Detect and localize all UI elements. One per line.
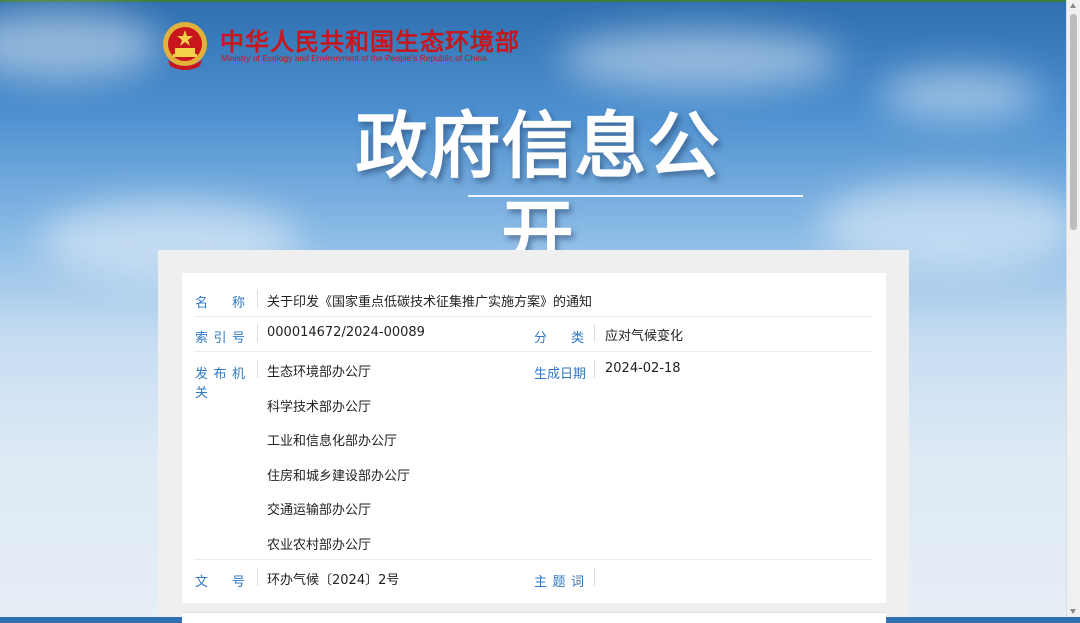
issuer-value: 科学技术部办公厅 bbox=[267, 400, 372, 415]
date-label: 生成日期 bbox=[534, 367, 587, 382]
vertical-scrollbar[interactable] bbox=[1066, 0, 1080, 617]
issuer-value: 农业农村部办公厅 bbox=[267, 538, 372, 553]
issuer-value: 交通运输部办公厅 bbox=[267, 503, 372, 518]
issuer-value: 生态环境部办公厅 bbox=[267, 365, 372, 380]
divider bbox=[257, 568, 258, 586]
date-value: 2024-02-18 bbox=[605, 361, 681, 376]
category-label: 分 类 bbox=[534, 331, 584, 346]
national-emblem-icon[interactable] bbox=[160, 20, 210, 72]
cloud-decoration bbox=[560, 30, 840, 90]
name-label: 名 称 bbox=[195, 296, 245, 311]
name-row: 名 称 关于印发《国家重点低碳技术征集推广实施方案》的通知 bbox=[194, 285, 872, 317]
category-value: 应对气候变化 bbox=[605, 329, 684, 344]
issuer-value: 工业和信息化部办公厅 bbox=[267, 434, 398, 449]
docno-value: 环办气候〔2024〕2号 bbox=[267, 573, 400, 588]
divider bbox=[594, 360, 595, 378]
top-accent-line bbox=[0, 0, 1080, 2]
site-title[interactable]: 中华人民共和国生态环境部 bbox=[220, 22, 520, 57]
index-value: 000014672/2024-00089 bbox=[267, 325, 425, 340]
banner-underline bbox=[468, 195, 803, 197]
divider bbox=[257, 324, 258, 342]
scroll-up-icon[interactable] bbox=[1070, 3, 1076, 8]
docno-label: 文 号 bbox=[195, 575, 245, 590]
divider bbox=[594, 324, 595, 342]
cloud-decoration bbox=[0, 10, 160, 80]
name-value: 关于印发《国家重点低碳技术征集推广实施方案》的通知 bbox=[267, 295, 593, 310]
docno-row: 文 号 环办气候〔2024〕2号 主题词 bbox=[194, 560, 872, 594]
cloud-decoration bbox=[880, 70, 1040, 120]
divider bbox=[594, 568, 595, 586]
issuer-row: 发布机关 生态环境部办公厅 科学技术部办公厅 工业和信息化部办公厅 住房和城乡建… bbox=[194, 352, 872, 560]
issuer-value: 住房和城乡建设部办公厅 bbox=[267, 469, 411, 484]
index-row: 索引号 000014672/2024-00089 分 类 应对气候变化 bbox=[194, 317, 872, 352]
next-card bbox=[182, 612, 886, 623]
scroll-down-icon[interactable] bbox=[1070, 609, 1076, 614]
keywords-label: 主题词 bbox=[534, 575, 584, 590]
index-label: 索引号 bbox=[195, 331, 245, 346]
divider bbox=[257, 360, 258, 378]
issuer-label: 发布机关 bbox=[195, 367, 245, 401]
site-subtitle: Ministry of Ecology and Environment of t… bbox=[221, 53, 487, 63]
divider bbox=[257, 290, 258, 308]
scroll-thumb[interactable] bbox=[1070, 14, 1077, 230]
